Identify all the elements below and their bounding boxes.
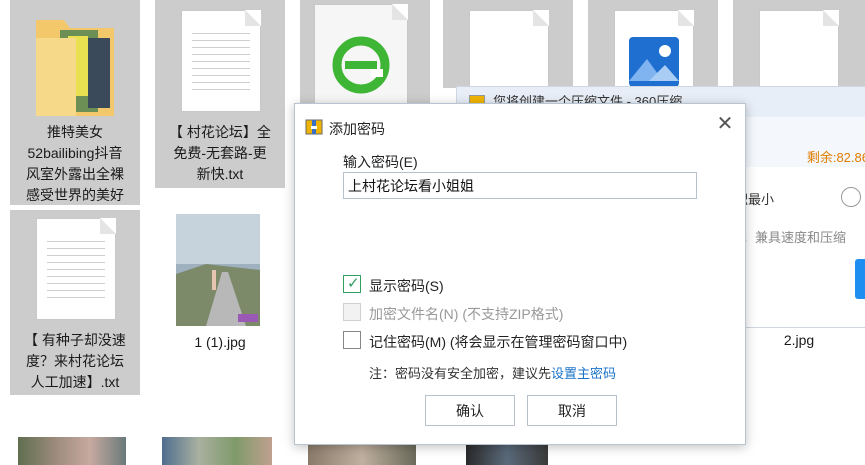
remaining-space: 剩余:82.86 [806, 150, 865, 165]
image-thumbnail [162, 437, 272, 465]
close-icon[interactable]: ✕ [715, 114, 735, 134]
encrypt-filenames-checkbox [343, 303, 361, 321]
text-file-icon [759, 10, 839, 90]
file-name: 【 村花论坛】全 免费-无套路-更 新快.txt [169, 124, 271, 182]
image-thumbnail [308, 443, 416, 465]
browser-file-icon [314, 4, 408, 116]
text-file-icon [36, 218, 116, 320]
text-file-icon [469, 10, 549, 90]
note-text: 注：密码没有安全加密，建议先 [369, 366, 552, 381]
file-item[interactable] [733, 0, 865, 90]
image-file-icon [614, 10, 694, 90]
folder-item[interactable]: 推特美女 52bailibing抖音 风室外露出全裸 感受世界的美好 [10, 0, 140, 205]
text-file-icon [181, 10, 261, 112]
dialog-titlebar: 添加密码 ✕ [295, 104, 745, 148]
confirm-button[interactable]: 确认 [425, 395, 515, 426]
text-file-item[interactable]: 【 村花论坛】全 免费-无套路-更 新快.txt [155, 0, 285, 188]
option-smallest-radio[interactable] [841, 187, 861, 207]
text-file-item[interactable]: 【 有种子却没速 度？来村花论坛 人工加速】.txt [10, 210, 140, 395]
option-desc: 式，兼具速度和压缩 [729, 230, 847, 245]
dialog-title: 添加密码 [329, 121, 385, 137]
show-password-label: 显示密码(S) [369, 278, 444, 294]
compress-now-button[interactable] [855, 259, 865, 299]
show-password-checkbox[interactable]: ✓ [343, 275, 361, 293]
file-item[interactable] [588, 0, 718, 90]
archive-icon [305, 119, 323, 135]
security-note: 注：密码没有安全加密，建议先设置主密码 [369, 363, 616, 382]
remember-password-checkbox[interactable] [343, 331, 361, 349]
encrypt-filenames-label: 加密文件名(N) (不支持ZIP格式) [369, 306, 564, 322]
remember-password-label: 记住密码(M) (将会显示在管理密码窗口中) [369, 334, 628, 350]
image-thumbnail [18, 437, 126, 465]
image-file-item[interactable]: 1 (1).jpg [160, 210, 280, 360]
folder-icon [36, 20, 114, 116]
password-input[interactable] [343, 172, 697, 199]
file-name: 推特美女 52bailibing抖音 风室外露出全裸 感受世界的美好 [26, 124, 124, 203]
file-item[interactable] [443, 0, 573, 90]
file-name: 2.jpg [783, 332, 815, 348]
file-name: 1 (1).jpg [194, 334, 246, 350]
image-thumbnail [176, 214, 260, 326]
password-label: 输入密码(E) [343, 154, 418, 170]
cancel-button[interactable]: 取消 [527, 395, 617, 426]
browser-file-item[interactable] [300, 0, 430, 116]
image-thumbnail [466, 443, 548, 465]
file-name: 【 有种子却没速 度？来村花论坛 人工加速】.txt [24, 332, 126, 390]
set-master-password-link[interactable]: 设置主密码 [551, 366, 616, 381]
add-password-dialog: 添加密码 ✕ 输入密码(E) ✓ 显示密码(S) 加密文件名(N) (不支持ZI… [294, 103, 746, 445]
